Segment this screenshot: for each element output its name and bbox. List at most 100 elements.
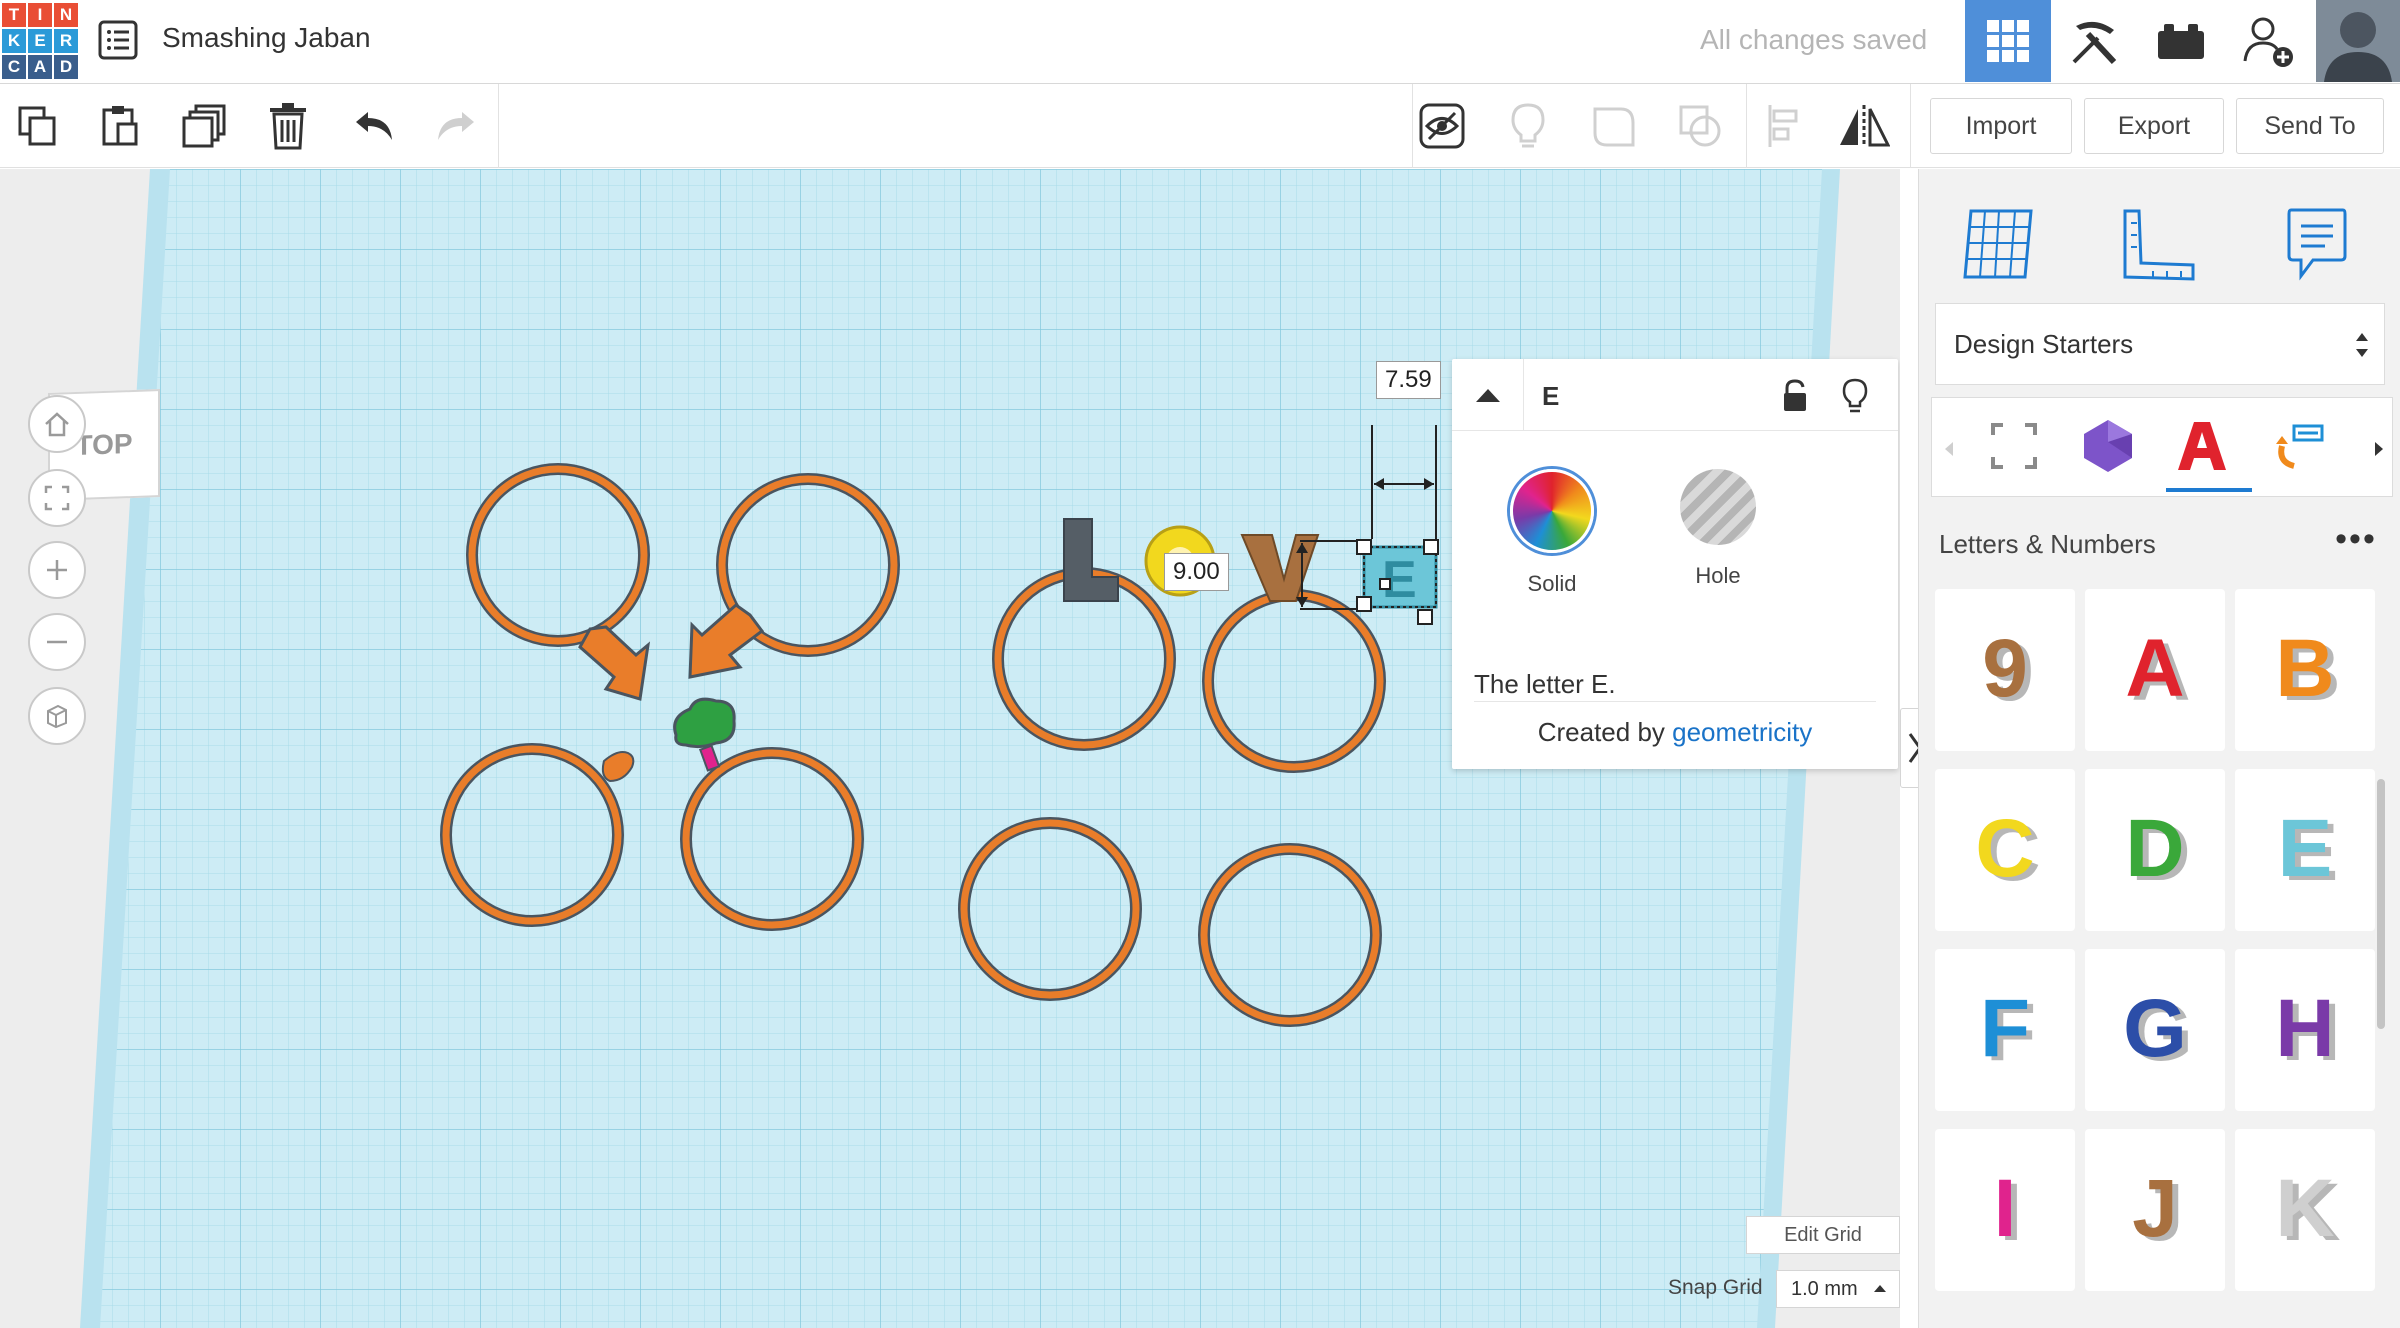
- bricks-icon: [2158, 24, 2204, 59]
- hole-label: Hole: [1695, 563, 1741, 588]
- redo-button[interactable]: [428, 100, 484, 152]
- toolbar-divider: [1746, 84, 1747, 168]
- delete-button[interactable]: [260, 100, 316, 152]
- shape-glyph: 9: [1982, 623, 2028, 714]
- codeblocks-view-button[interactable]: [2138, 0, 2224, 82]
- letter-shape-icon: FF: [1980, 983, 2036, 1078]
- zoom-in-button[interactable]: [28, 541, 86, 599]
- workplane-tab[interactable]: [1947, 189, 2047, 299]
- toolbar: Import Export Send To: [0, 84, 2400, 168]
- letter-shape-icon: JJ: [2132, 1163, 2184, 1258]
- shape-tile[interactable]: JJ: [2085, 1129, 2225, 1291]
- shape-tile[interactable]: KK: [2235, 1129, 2375, 1291]
- shape-tile[interactable]: HH: [2235, 949, 2375, 1111]
- fit-view-icon: [44, 485, 70, 511]
- shape-tile[interactable]: DD: [2085, 769, 2225, 931]
- tinkercad-logo[interactable]: T I N K E R C A D: [0, 0, 78, 80]
- shape-tile[interactable]: FF: [1935, 949, 2075, 1111]
- chevron-right-icon[interactable]: [2372, 440, 2386, 458]
- shape-glyph: B: [2275, 623, 2334, 714]
- category-geometric[interactable]: [2072, 410, 2144, 482]
- snap-grid-value: 1.0 mm: [1791, 1277, 1858, 1300]
- edit-grid-button[interactable]: Edit Grid: [1746, 1216, 1900, 1254]
- avatar-icon: [2316, 0, 2400, 82]
- letter-shape-icon: AA: [2125, 623, 2190, 718]
- mirror-button[interactable]: [1836, 100, 1892, 152]
- width-dimension-label[interactable]: 7.59: [1376, 361, 1441, 399]
- logo-letter: R: [54, 29, 78, 53]
- fit-view-button[interactable]: [28, 469, 86, 527]
- toolbar-divider: [1910, 84, 1911, 168]
- category-letters[interactable]: [2166, 410, 2238, 482]
- selected-category-underline: [2166, 488, 2252, 492]
- letter-shape-icon: BB: [2275, 623, 2340, 718]
- inspector-collapse-button[interactable]: [1452, 359, 1524, 431]
- ruler-tab[interactable]: [2109, 189, 2209, 299]
- copy-button[interactable]: [10, 100, 66, 152]
- zoom-out-button[interactable]: [28, 613, 86, 671]
- circuits-view-button[interactable]: [2052, 0, 2138, 82]
- letter-shape-icon: GG: [2123, 983, 2193, 1078]
- logo-letter: K: [2, 29, 26, 53]
- panel-scrollbar[interactable]: [2377, 779, 2385, 1029]
- snap-grid-select[interactable]: 1.0 mm: [1776, 1270, 1900, 1308]
- undo-button[interactable]: [346, 100, 402, 152]
- import-button[interactable]: Import: [1930, 98, 2072, 154]
- height-dimension-label[interactable]: 9.00: [1164, 553, 1229, 591]
- lightbulb-toggle-button[interactable]: [1832, 373, 1878, 419]
- ungroup-icon: [1679, 105, 1721, 147]
- copy-icon: [18, 106, 56, 146]
- shape-tile[interactable]: EE: [2235, 769, 2375, 931]
- ungroup-button[interactable]: [1672, 100, 1728, 152]
- notes-tab[interactable]: [2267, 189, 2367, 299]
- shape-credit: Created by geometricity: [1452, 717, 1898, 748]
- shape-tile[interactable]: II: [1935, 1129, 2075, 1291]
- letter-shape-icon: EE: [2278, 803, 2339, 898]
- user-avatar[interactable]: [2316, 0, 2400, 82]
- hole-swatch[interactable]: [1680, 469, 1756, 545]
- logo-letter: A: [28, 55, 52, 79]
- home-view-button[interactable]: [28, 395, 86, 453]
- category-connectors[interactable]: [2260, 410, 2332, 482]
- shape-tile[interactable]: AA: [2085, 589, 2225, 751]
- transform-icon: [2276, 424, 2324, 469]
- save-status: All changes saved: [1700, 24, 1928, 55]
- send-to-button[interactable]: Send To: [2236, 98, 2384, 154]
- shape-glyph: D: [2125, 803, 2184, 894]
- align-button[interactable]: [1756, 100, 1812, 152]
- logo-letter: T: [2, 3, 26, 27]
- 3d-design-view-button[interactable]: [1965, 0, 2051, 82]
- shape-library-select[interactable]: Design Starters: [1935, 303, 2385, 385]
- export-button[interactable]: Export: [2084, 98, 2224, 154]
- chevron-left-icon[interactable]: [1942, 440, 1956, 458]
- group-button[interactable]: [1586, 100, 1642, 152]
- hole-material-option[interactable]: Hole: [1658, 469, 1778, 589]
- shape-name[interactable]: E: [1542, 381, 1559, 412]
- duplicate-button[interactable]: [176, 100, 232, 152]
- shape-tile[interactable]: 99: [1935, 589, 2075, 751]
- show-hide-button[interactable]: [1414, 100, 1470, 152]
- polyhedron-icon: [2084, 420, 2132, 472]
- solid-material-option[interactable]: Solid: [1492, 469, 1612, 597]
- design-title[interactable]: Smashing Jaban: [162, 22, 371, 54]
- more-options-button[interactable]: •••: [2331, 519, 2381, 559]
- shape-tile[interactable]: BB: [2235, 589, 2375, 751]
- shape-glyph: J: [2132, 1163, 2178, 1254]
- logo-letter: N: [54, 3, 78, 27]
- ortho-view-button[interactable]: [28, 687, 86, 745]
- workplane-canvas[interactable]: E 7.59 9.00 TOP E Solid Hole The letter …: [0, 169, 1900, 1328]
- author-link[interactable]: geometricity: [1672, 717, 1812, 747]
- rainbow-color-swatch[interactable]: [1510, 469, 1594, 553]
- lock-button[interactable]: [1772, 373, 1818, 419]
- shape-tile[interactable]: GG: [2085, 949, 2225, 1111]
- duplicate-icon: [182, 104, 226, 148]
- design-list-button[interactable]: [96, 18, 140, 62]
- invite-user-button[interactable]: [2226, 0, 2312, 82]
- paste-button[interactable]: [92, 100, 148, 152]
- category-selection[interactable]: [1978, 410, 2050, 482]
- letter-shape-icon: 99: [1982, 623, 2034, 718]
- shape-tile[interactable]: CC: [1935, 769, 2075, 931]
- lightbulb-button[interactable]: [1500, 100, 1556, 152]
- shape-glyph: I: [1994, 1163, 2017, 1254]
- undo-icon: [356, 112, 392, 140]
